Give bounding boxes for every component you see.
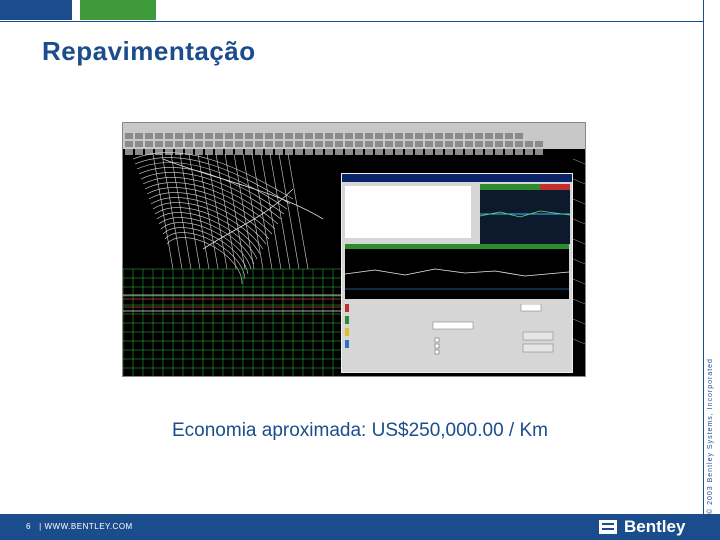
cad-toolbar xyxy=(123,123,585,155)
header-green-tab xyxy=(80,0,156,20)
bentley-logo-text: Bentley xyxy=(624,517,686,536)
page-number: 6 xyxy=(26,522,31,531)
bentley-logo-icon xyxy=(599,520,617,534)
footer-separator: | xyxy=(39,522,42,531)
savings-caption: Economia aproximada: US$250,000.00 / Km xyxy=(172,420,548,441)
footer-website[interactable]: WWW.BENTLEY.COM xyxy=(44,522,132,531)
header-rule xyxy=(0,21,704,22)
parametric-fitting-dialog xyxy=(341,173,573,373)
dialog-titlebar xyxy=(342,174,572,182)
slide-title: Repavimentação xyxy=(42,36,256,66)
dialog-controls-panel xyxy=(345,303,569,370)
header-blue-tab xyxy=(0,0,72,20)
dialog-profile-graph xyxy=(479,184,571,244)
dialog-station-table xyxy=(345,186,471,238)
footer-left-text: 6 | WWW.BENTLEY.COM xyxy=(26,522,133,531)
footer-bar: 6 | WWW.BENTLEY.COM Bentley xyxy=(0,514,720,540)
dialog-elevation-graph xyxy=(344,244,570,299)
cad-screenshot xyxy=(122,122,586,377)
